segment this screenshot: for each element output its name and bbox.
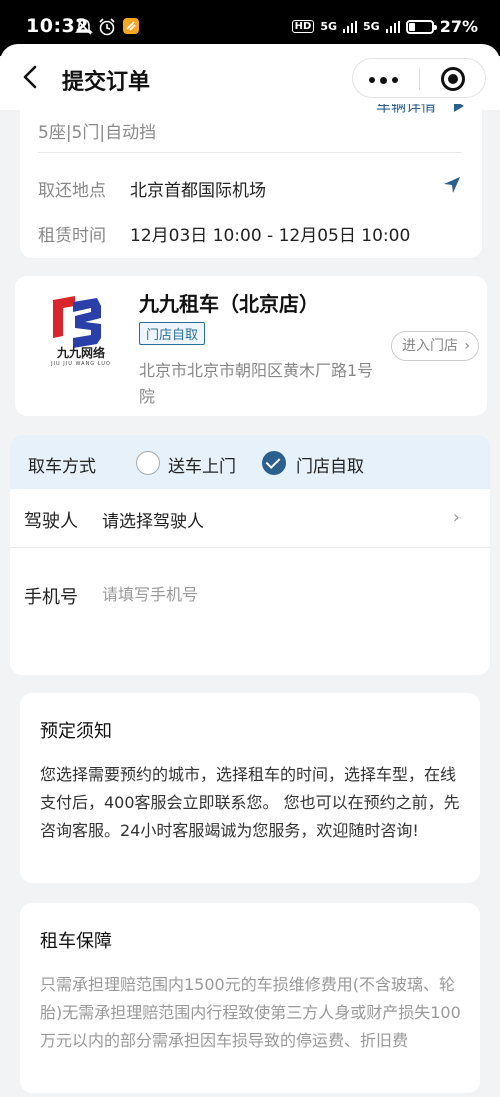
phone-label: 手机号: [24, 587, 78, 608]
driver-label: 驾驶人: [24, 511, 78, 532]
app-notification-icon: [123, 18, 139, 34]
notice-body: 您选择需要预约的城市，选择租车的时间，选择车型，在线支付后，400客服会立即联系…: [40, 765, 460, 840]
vehicle-detail-link[interactable]: 车辆详情: [376, 104, 436, 116]
enter-store-button[interactable]: 进入门店 ›: [391, 331, 479, 361]
mini-program-capsule: [352, 58, 486, 98]
page-title: 提交订单: [62, 70, 151, 95]
car-info-card: 5座|5门|自动挡 取还地点 北京首都国际机场 租赁时间 12月03日 10:0…: [20, 110, 482, 258]
logo-subtext: JIU JIU WANG LUO: [51, 361, 111, 367]
alarm-icon: [99, 18, 115, 36]
mute-bell-icon: [75, 19, 93, 35]
phone-input[interactable]: [102, 581, 462, 607]
chevron-right-icon: ›: [452, 507, 460, 528]
time-value: 12月03日 10:00 - 12月05日 10:00: [130, 226, 411, 246]
radio-store-pickup-checked-icon[interactable]: [262, 451, 286, 475]
signal-5g-1: 5G: [320, 20, 338, 33]
detail-arrow-icon: [454, 104, 464, 112]
logo-text: 九九网络: [56, 346, 105, 360]
navigation-icon[interactable]: [442, 175, 462, 195]
location-label: 取还地点: [38, 181, 106, 201]
pickup-card: 取车方式 送车上门 门店自取 驾驶人 请选择驾驶人 › 手机号: [10, 435, 490, 675]
back-arrow-icon[interactable]: [18, 64, 44, 90]
chevron-right-icon: ›: [464, 338, 470, 354]
store-address: 北京市北京市朝阳区黄木厂路1号院: [139, 361, 374, 406]
time-label: 租赁时间: [38, 226, 106, 246]
hd-badge: HD: [291, 20, 315, 33]
pickup-method-bar: 取车方式 送车上门 门店自取: [10, 435, 490, 489]
location-value: 北京首都国际机场: [130, 181, 266, 201]
store-pickup-tag: 门店自取: [139, 322, 206, 345]
store-card: 九九网络 JIU JIU WANG LUO 九九租车（北京店） 门店自取 进入门…: [15, 276, 487, 416]
booking-notice-card: 预定须知 您选择需要预约的城市，选择租车的时间，选择车型，在线支付后，400客服…: [20, 693, 480, 883]
battery-icon: [405, 19, 437, 34]
battery-level: 27%: [439, 17, 478, 36]
signal-5g-2: 5G: [363, 20, 380, 33]
signal-bars-icon: [385, 20, 400, 33]
delivery-option-label[interactable]: 送车上门: [168, 452, 236, 477]
radio-delivery[interactable]: [136, 451, 160, 475]
driver-select-row[interactable]: 驾驶人 请选择驾驶人 ›: [10, 489, 490, 547]
guarantee-body: 只需承担理赔范围内1500元的车损维修费用(不含玻璃、轮胎)无需承担理赔范围内行…: [40, 975, 461, 1050]
notice-title: 预定须知: [40, 721, 112, 742]
detail-link-clip: 车辆详情: [376, 104, 466, 118]
driver-value[interactable]: 请选择驾驶人: [102, 507, 204, 532]
car-spec: 5座|5门|自动挡: [38, 123, 157, 143]
pickup-method-label: 取车方式: [28, 457, 96, 477]
divider: [38, 152, 462, 153]
capsule-divider: [419, 68, 420, 90]
store-logo-icon: [53, 296, 101, 348]
guarantee-title: 租车保障: [40, 931, 112, 952]
close-target-icon[interactable]: [441, 67, 465, 91]
store-pickup-option-label[interactable]: 门店自取: [296, 452, 364, 477]
signal-bars-icon: [343, 20, 358, 33]
store-name: 九九租车（北京店）: [139, 292, 319, 316]
enter-store-label: 进入门店: [402, 338, 458, 354]
nav-header: 提交订单: [0, 44, 500, 110]
divider: [10, 547, 490, 548]
rental-guarantee-card: 租车保障 只需承担理赔范围内1500元的车损维修费用(不含玻璃、轮胎)无需承担理…: [20, 903, 480, 1093]
more-icon[interactable]: [369, 76, 398, 84]
